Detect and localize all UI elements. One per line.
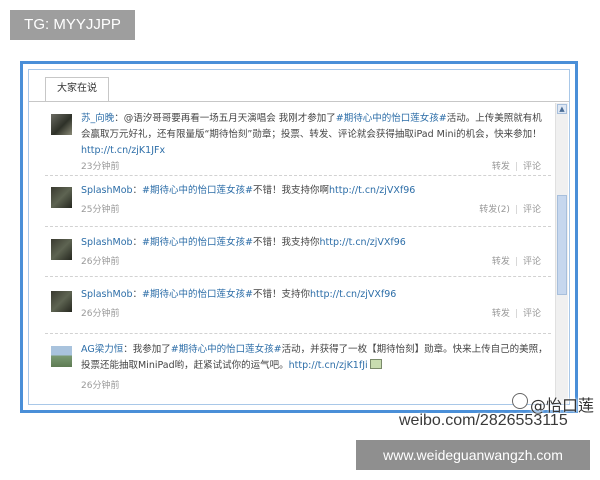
list-item: 苏_向晚：@语汐哥哥要再看一场五月天演唱会 我刚才参加了#期待心中的怡口莲女孩#… xyxy=(45,102,551,176)
post-text: SplashMob：#期待心中的怡口莲女孩#不错！支持你http://t.cn/… xyxy=(81,287,551,303)
short-link[interactable]: http://t.cn/zjVXf96 xyxy=(310,289,396,300)
topic-link[interactable]: #期待心中的怡口莲女孩# xyxy=(142,185,253,196)
page: TG: MYYJJPP 大家在说 苏_向晚：@语汐哥哥要再看一场五月天演唱会 我… xyxy=(0,0,600,480)
post-text: AG梁力恒：我参加了#期待心中的怡口莲女孩#活动，并获得了一枚【期待怡刻】勋章。… xyxy=(81,342,551,374)
post-time: 23分钟前 xyxy=(81,162,120,172)
actions-divider: | xyxy=(514,205,518,215)
tab-everyone-says[interactable]: 大家在说 xyxy=(45,77,109,101)
weibo-widget-frame: 大家在说 苏_向晚：@语汐哥哥要再看一场五月天演唱会 我刚才参加了#期待心中的怡… xyxy=(20,61,578,413)
watermark-url: weibo.com/2826553115 xyxy=(399,412,568,429)
post-text-post: 不错！我支持你 xyxy=(252,237,320,248)
post-actions: 转发(2) | 评论 xyxy=(479,202,541,215)
topic-link[interactable]: #期待心中的怡口莲女孩# xyxy=(142,289,253,300)
scroll-thumb[interactable] xyxy=(557,195,567,295)
post-text-post: 不错！我支持你啊 xyxy=(252,185,329,196)
post-username[interactable]: SplashMob xyxy=(81,289,133,300)
tag-badge: TG: MYYJJPP xyxy=(10,10,135,40)
scroll-up-arrow-icon[interactable]: ▲ xyxy=(557,104,567,114)
short-link[interactable]: http://t.cn/zjK1JFx xyxy=(81,145,165,156)
avatar[interactable] xyxy=(51,239,72,260)
repost-button[interactable]: 转发 xyxy=(492,257,510,267)
topic-link[interactable]: #期待心中的怡口莲女孩# xyxy=(142,237,253,248)
post-time: 26分钟前 xyxy=(81,381,120,391)
post-text-pre: ： xyxy=(132,237,143,248)
topic-link[interactable]: #期待心中的怡口莲女孩# xyxy=(171,344,282,355)
actions-divider: | xyxy=(514,257,518,267)
post-time: 26分钟前 xyxy=(81,309,120,319)
post-time: 26分钟前 xyxy=(81,257,120,267)
tab-bar: 大家在说 xyxy=(29,70,569,102)
repost-button[interactable]: 转发(2) xyxy=(479,205,510,215)
post-actions: 转发 | 评论 xyxy=(492,159,541,172)
actions-divider: | xyxy=(514,309,518,319)
post-text-pre: ：@语汐哥哥要再看一场五月天演唱会 我刚才参加了 xyxy=(114,113,336,124)
short-link[interactable]: http://t.cn/zjK1fJi xyxy=(289,360,368,371)
post-username[interactable]: 苏_向晚 xyxy=(81,113,114,124)
post-text-pre: ：我参加了 xyxy=(123,344,171,355)
post-time: 25分钟前 xyxy=(81,205,120,215)
post-text: SplashMob：#期待心中的怡口莲女孩#不错！我支持你啊http://t.c… xyxy=(81,183,551,199)
weibo-widget: 大家在说 苏_向晚：@语汐哥哥要再看一场五月天演唱会 我刚才参加了#期待心中的怡… xyxy=(28,69,570,405)
post-text: SplashMob：#期待心中的怡口莲女孩#不错！我支持你http://t.cn… xyxy=(81,235,551,251)
comment-button[interactable]: 评论 xyxy=(523,309,541,319)
comment-button[interactable]: 评论 xyxy=(523,162,541,172)
avatar[interactable] xyxy=(51,346,72,367)
post-actions: 转发 | 评论 xyxy=(492,306,541,319)
list-item: AG梁力恒：我参加了#期待心中的怡口莲女孩#活动，并获得了一枚【期待怡刻】勋章。… xyxy=(45,334,551,404)
feed-scrollbar[interactable]: ▲ xyxy=(555,103,568,404)
avatar[interactable] xyxy=(51,291,72,312)
post-text-pre: ： xyxy=(132,185,143,196)
post-text: 苏_向晚：@语汐哥哥要再看一场五月天演唱会 我刚才参加了#期待心中的怡口莲女孩#… xyxy=(81,111,551,159)
site-banner: www.weideguanwangzh.com xyxy=(356,440,590,470)
short-link[interactable]: http://t.cn/zjVXf96 xyxy=(329,185,415,196)
list-item: SplashMob：#期待心中的怡口莲女孩#不错！我支持你啊http://t.c… xyxy=(45,176,551,227)
post-text-post: 不错！支持你 xyxy=(252,289,310,300)
repost-button[interactable]: 转发 xyxy=(492,162,510,172)
comment-button[interactable]: 评论 xyxy=(523,205,541,215)
post-actions: 转发 | 评论 xyxy=(492,254,541,267)
weibo-logo-icon xyxy=(512,393,528,409)
repost-button[interactable]: 转发 xyxy=(492,309,510,319)
list-item: SplashMob：#期待心中的怡口莲女孩#不错！支持你http://t.cn/… xyxy=(45,277,551,334)
post-username[interactable]: SplashMob xyxy=(81,237,133,248)
comment-button[interactable]: 评论 xyxy=(523,257,541,267)
post-username[interactable]: AG梁力恒 xyxy=(81,344,123,355)
short-link[interactable]: http://t.cn/zjVXf96 xyxy=(319,237,405,248)
post-username[interactable]: SplashMob xyxy=(81,185,133,196)
topic-link[interactable]: #期待心中的怡口莲女孩# xyxy=(336,113,447,124)
avatar[interactable] xyxy=(51,114,72,135)
post-text-pre: ： xyxy=(132,289,143,300)
avatar[interactable] xyxy=(51,187,72,208)
image-icon[interactable] xyxy=(369,359,382,369)
post-feed: 苏_向晚：@语汐哥哥要再看一场五月天演唱会 我刚才参加了#期待心中的怡口莲女孩#… xyxy=(29,102,555,404)
actions-divider: | xyxy=(514,162,518,172)
list-item: SplashMob：#期待心中的怡口莲女孩#不错！我支持你http://t.cn… xyxy=(45,227,551,277)
